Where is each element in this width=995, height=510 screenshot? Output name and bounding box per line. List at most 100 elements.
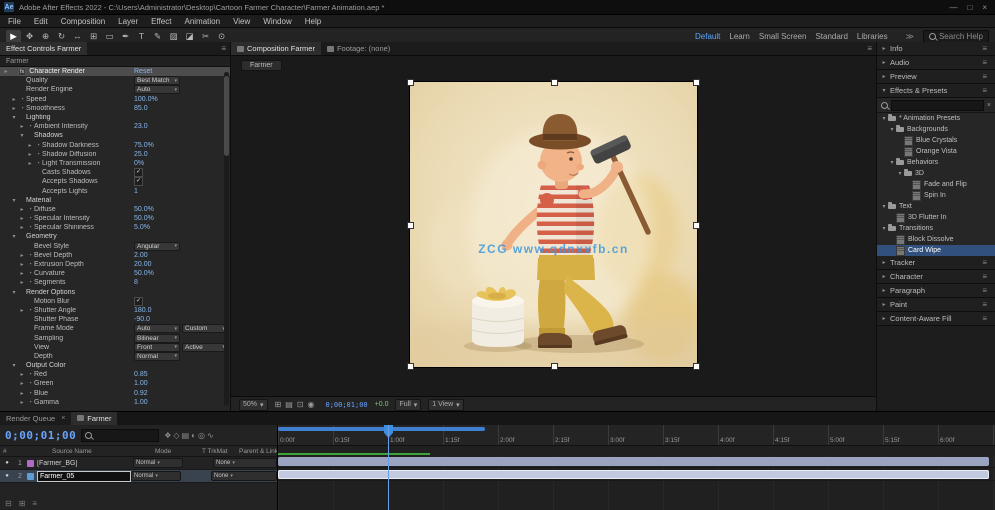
property-value[interactable]: 75.0% xyxy=(134,142,154,149)
effect-row[interactable]: Motion Blur ✓ xyxy=(0,296,230,306)
effect-row[interactable]: Casts Shadows ✓ xyxy=(0,168,230,178)
dropdown[interactable]: Front ▾ xyxy=(134,342,180,352)
puppet-pin-tool[interactable]: ⊙ xyxy=(214,30,229,43)
twirl-icon[interactable]: ▸ xyxy=(18,380,26,387)
panel-menu-icon[interactable]: ≡ xyxy=(217,44,230,53)
effect-row[interactable]: ▾ Output Color xyxy=(0,361,230,370)
panel-header-tracker[interactable]: ▸ Tracker ≡ xyxy=(877,256,995,270)
effect-row[interactable]: ▸ ◔ Shutter Angle 180.0 xyxy=(0,306,230,315)
roto-brush-tool[interactable]: ✂ xyxy=(198,30,213,43)
selection-handle[interactable] xyxy=(693,363,700,370)
layer-duration-bar[interactable] xyxy=(278,469,989,479)
twirl-icon[interactable]: ▸ xyxy=(18,371,26,378)
property-value[interactable]: 5.0% xyxy=(134,224,150,231)
minimize-button[interactable]: — xyxy=(949,3,957,12)
selection-tool[interactable]: ▶ xyxy=(6,29,21,43)
menu-layer[interactable]: Layer xyxy=(118,17,138,26)
menu-view[interactable]: View xyxy=(233,17,250,26)
workspace-default[interactable]: Default xyxy=(695,32,720,41)
pen-tool[interactable]: ✒ xyxy=(118,30,133,43)
effect-row[interactable]: ▸ ◔ Specular Shininess 5.0% xyxy=(0,223,230,232)
work-area-bar[interactable] xyxy=(278,427,485,431)
workspace-standard[interactable]: Standard xyxy=(815,32,847,41)
selection-handle[interactable] xyxy=(693,222,700,229)
preset-item[interactable]: Blue Crystals xyxy=(877,135,995,146)
property-value[interactable]: 100.0% xyxy=(134,96,158,103)
close-tab-icon[interactable]: × xyxy=(61,415,65,422)
menu-window[interactable]: Window xyxy=(263,17,291,26)
effect-row[interactable]: ▾ Material xyxy=(0,196,230,205)
stopwatch-icon[interactable]: ◔ xyxy=(26,261,34,268)
twirl-icon[interactable]: ▾ xyxy=(881,87,887,94)
eraser-tool[interactable]: ◪ xyxy=(182,30,197,43)
rulers-icon[interactable]: ▤ xyxy=(285,400,293,409)
effect-row[interactable]: ▸ ◔ Curvature 50.0% xyxy=(0,269,230,278)
twirl-icon[interactable]: ▸ xyxy=(18,307,26,314)
panel-menu-icon[interactable]: ≡ xyxy=(978,286,991,295)
selection-handle[interactable] xyxy=(551,79,558,86)
panel-menu-icon[interactable]: ≡ xyxy=(978,72,991,81)
dropdown[interactable]: Normal ▾ xyxy=(134,351,180,361)
effect-row[interactable]: ▸ fx Character Render Reset xyxy=(0,67,230,77)
draft-3d-icon[interactable]: ◇ xyxy=(173,431,179,440)
property-value[interactable]: 23.0 xyxy=(134,123,148,130)
scrollbar-thumb[interactable] xyxy=(224,76,229,156)
dropdown[interactable]: Active▾ xyxy=(182,342,228,352)
twirl-icon[interactable]: ▸ xyxy=(10,105,18,112)
property-value[interactable]: 0.85 xyxy=(134,371,148,378)
panel-menu-icon[interactable]: ≡ xyxy=(978,86,991,95)
stopwatch-icon[interactable]: ◔ xyxy=(26,307,34,314)
column-header-source-name[interactable]: Source Name xyxy=(49,448,152,455)
preset-item[interactable]: Fade and Flip xyxy=(877,179,995,190)
twirl-icon[interactable]: ▾ xyxy=(10,233,18,240)
expand-in-out-icon[interactable]: ≡ xyxy=(32,499,37,508)
effect-row[interactable]: ▾ Geometry xyxy=(0,232,230,241)
effect-row[interactable]: ▸ ◔ Speed 100.0% xyxy=(0,95,230,104)
stopwatch-icon[interactable]: ◔ xyxy=(18,105,26,112)
menu-file[interactable]: File xyxy=(8,17,21,26)
checkbox[interactable]: ✓ xyxy=(134,177,143,187)
magnification-select[interactable]: 50% ▾ xyxy=(239,398,268,411)
graph-editor-icon[interactable]: ∿ xyxy=(207,431,214,440)
dropdown[interactable]: Auto ▾ xyxy=(134,324,180,334)
stopwatch-icon[interactable]: ◔ xyxy=(18,96,26,103)
tab-farmer[interactable]: Farmer xyxy=(71,411,118,425)
stopwatch-icon[interactable]: ◔ xyxy=(26,206,34,213)
effect-row[interactable]: ▸ ◔ Smoothness 85.0 xyxy=(0,104,230,113)
panel-header-effects-presets[interactable]: ▾ Effects & Presets ≡ xyxy=(877,84,995,98)
selection-handle[interactable] xyxy=(407,363,414,370)
property-value[interactable]: -90.0 xyxy=(134,316,150,323)
stopwatch-icon[interactable]: ◔ xyxy=(26,123,34,130)
preset-item[interactable]: ▾ Behaviors xyxy=(877,157,995,168)
twirl-icon[interactable]: ▸ xyxy=(881,301,887,308)
pan-camera-tool[interactable]: ↔ xyxy=(70,29,85,42)
stopwatch-icon[interactable]: ◔ xyxy=(26,270,34,277)
panel-menu-icon[interactable]: ≡ xyxy=(978,272,991,281)
effect-row[interactable]: View Front ▾ Active▾ xyxy=(0,342,230,352)
twirl-icon[interactable]: ▸ xyxy=(18,261,26,268)
expand-transfer-controls-icon[interactable]: ⊞ xyxy=(19,499,26,508)
effect-row[interactable]: Frame Mode Auto ▾ Custom▾ xyxy=(0,324,230,334)
dropdown[interactable]: Auto ▾ xyxy=(134,85,180,95)
twirl-icon[interactable]: ▾ xyxy=(888,159,896,166)
selection-handle[interactable] xyxy=(693,79,700,86)
effect-row[interactable]: ▾ Lighting xyxy=(0,113,230,122)
effect-row[interactable]: ▾ Shadows xyxy=(0,131,230,140)
panel-header-info[interactable]: ▸ Info ≡ xyxy=(877,42,995,56)
effect-row[interactable]: ▸ ◔ Shadow Diffusion 25.0 xyxy=(0,150,230,159)
channel-icon[interactable]: ◉ xyxy=(308,400,315,409)
twirl-icon[interactable]: ▾ xyxy=(888,126,896,133)
effect-row[interactable]: ▸ ◔ Light Transmission 0% xyxy=(0,159,230,168)
resolution-select[interactable]: Full ▾ xyxy=(395,398,422,411)
effect-row[interactable]: Accepts Lights 1 xyxy=(0,186,230,195)
property-value[interactable]: 8 xyxy=(134,279,138,286)
column-header-t-trkmat[interactable]: T TrkMat xyxy=(199,448,236,455)
property-value[interactable]: 20.00 xyxy=(134,261,152,268)
preset-item[interactable]: ▾ Backgrounds xyxy=(877,124,995,135)
property-value[interactable]: 25.0 xyxy=(134,151,148,158)
search-help-box[interactable]: Search Help xyxy=(922,29,989,43)
dropdown[interactable]: Bilinear ▾ xyxy=(134,333,180,343)
layer-color-chip[interactable] xyxy=(27,472,34,480)
effect-row[interactable]: ▸ ◔ Gamma 1.00 xyxy=(0,398,230,407)
zoom-tool[interactable]: ⊕ xyxy=(38,30,53,43)
